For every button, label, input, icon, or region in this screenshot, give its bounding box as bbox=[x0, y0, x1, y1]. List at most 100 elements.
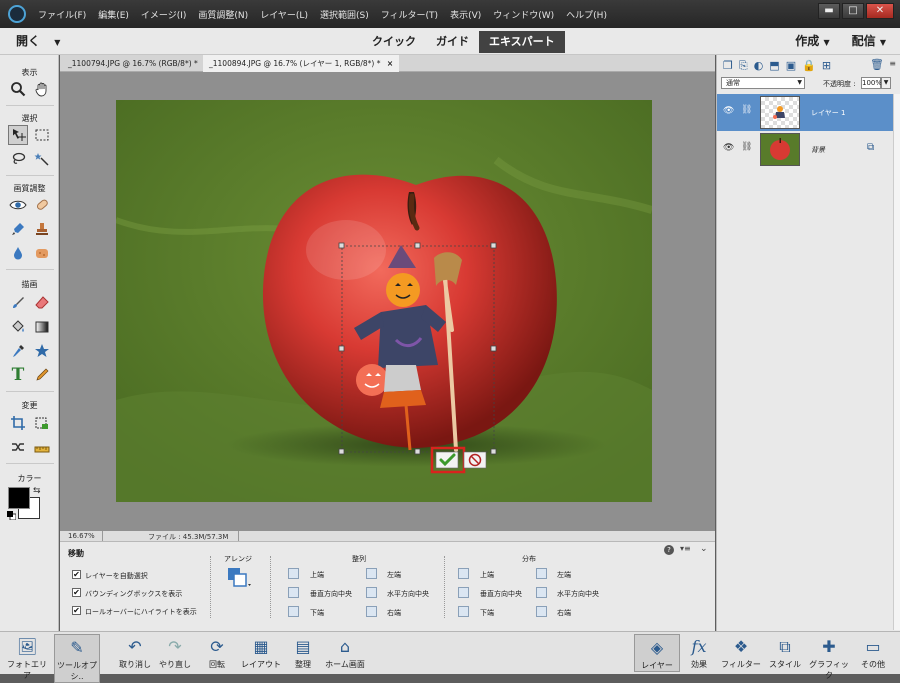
menu-filter[interactable]: フィルター(T) bbox=[381, 8, 438, 21]
more-button[interactable]: ▭ その他 bbox=[850, 634, 896, 670]
layout-button[interactable]: ▦ レイアウト bbox=[238, 634, 284, 670]
share-button[interactable]: 配信 ▼ bbox=[852, 32, 886, 49]
cancel-transform-button[interactable] bbox=[464, 452, 486, 468]
maximize-button[interactable]: □ bbox=[842, 3, 864, 19]
visibility-eye-icon[interactable]: 👁 bbox=[723, 143, 734, 153]
layers-scrollbar[interactable] bbox=[893, 94, 900, 630]
new-layer-icon[interactable]: ❐ bbox=[723, 59, 733, 73]
brush-tool-icon[interactable] bbox=[8, 293, 28, 313]
smart-brush-tool-icon[interactable] bbox=[8, 219, 28, 239]
blur-tool-icon[interactable] bbox=[8, 243, 28, 263]
distribute-bottom-icon[interactable] bbox=[458, 606, 469, 617]
link-icon[interactable]: ⛓ bbox=[741, 142, 752, 152]
default-colors-icon[interactable] bbox=[7, 511, 17, 521]
visibility-eye-icon[interactable]: 👁 bbox=[723, 106, 734, 116]
effects-button[interactable]: fx 効果 bbox=[676, 634, 722, 670]
distribute-vcenter-icon[interactable] bbox=[458, 587, 469, 598]
menu-image[interactable]: イメージ(I) bbox=[141, 8, 187, 21]
menu-window[interactable]: ウィンドウ(W) bbox=[493, 8, 554, 21]
close-button[interactable]: ✕ bbox=[866, 3, 894, 19]
blend-mode-select[interactable]: 通常 ▼ bbox=[721, 77, 805, 89]
straighten-tool-icon[interactable] bbox=[32, 437, 52, 457]
new-group-icon[interactable]: ⎘ bbox=[739, 59, 748, 73]
red-eye-tool-icon[interactable] bbox=[8, 195, 28, 215]
help-icon[interactable]: ? bbox=[664, 545, 674, 555]
sponge-tool-icon[interactable] bbox=[32, 243, 52, 263]
marquee-tool-icon[interactable] bbox=[32, 125, 52, 145]
custom-shape-tool-icon[interactable] bbox=[32, 341, 52, 361]
lasso-tool-icon[interactable] bbox=[8, 149, 28, 169]
tab-close-icon[interactable]: × bbox=[387, 59, 393, 68]
type-tool-icon[interactable]: T bbox=[8, 365, 28, 385]
menu-help[interactable]: ヘルプ(H) bbox=[566, 8, 607, 21]
menu-enhance[interactable]: 画質調整(N) bbox=[198, 8, 248, 21]
menu-file[interactable]: ファイル(F) bbox=[38, 8, 86, 21]
doc-tab-1[interactable]: _1100794.JPG @ 16.7% (RGB/8*) * × bbox=[62, 55, 216, 72]
tab-expert[interactable]: エキスパート bbox=[479, 30, 565, 53]
commit-transform-button[interactable] bbox=[436, 452, 458, 468]
fill-layer-icon[interactable]: ⬒ bbox=[769, 59, 779, 73]
align-hcenter-icon[interactable] bbox=[366, 587, 377, 598]
layer-mask-icon[interactable]: ▣ bbox=[786, 59, 796, 73]
gradient-tool-icon[interactable] bbox=[32, 317, 52, 337]
distribute-left-icon[interactable] bbox=[536, 568, 547, 579]
highlight-rollover-checkbox[interactable]: ✔ bbox=[72, 606, 81, 615]
link-icon[interactable]: ⛓ bbox=[741, 105, 752, 115]
styles-button[interactable]: ⧉ スタイル bbox=[762, 634, 808, 670]
menu-view[interactable]: 表示(V) bbox=[450, 8, 481, 21]
spot-healing-tool-icon[interactable] bbox=[32, 195, 52, 215]
crop-tool-icon[interactable] bbox=[8, 413, 28, 433]
lock-all-icon[interactable]: 🔒 bbox=[802, 59, 816, 73]
delete-layer-icon[interactable]: 🗑 bbox=[870, 58, 884, 71]
open-menu-button[interactable]: 開く ▼ bbox=[16, 32, 60, 49]
panel-menu-icon[interactable]: ▾≡ bbox=[680, 544, 691, 553]
minimize-button[interactable]: ▬ bbox=[818, 3, 840, 19]
adjustment-layer-icon[interactable]: ◐ bbox=[754, 59, 764, 73]
eraser-tool-icon[interactable] bbox=[32, 293, 52, 313]
menu-layer[interactable]: レイヤー(L) bbox=[260, 8, 308, 21]
clone-stamp-tool-icon[interactable] bbox=[32, 219, 52, 239]
home-screen-button[interactable]: ⌂ ホーム画面 bbox=[322, 634, 368, 670]
redo-button[interactable]: ↷ やり直し bbox=[152, 634, 198, 670]
tab-quick[interactable]: クイック bbox=[362, 31, 426, 53]
hand-tool-icon[interactable] bbox=[32, 79, 52, 99]
filters-button[interactable]: ❖ フィルター bbox=[718, 634, 764, 670]
show-bounding-box-checkbox[interactable]: ✔ bbox=[72, 588, 81, 597]
align-bottom-icon[interactable] bbox=[288, 606, 299, 617]
image-canvas[interactable] bbox=[116, 100, 652, 502]
pencil-tool-icon[interactable] bbox=[32, 365, 52, 385]
swap-colors-icon[interactable]: ⇆ bbox=[33, 486, 41, 496]
tab-guided[interactable]: ガイド bbox=[426, 31, 479, 53]
menu-edit[interactable]: 編集(E) bbox=[98, 8, 129, 21]
arrange-icon[interactable] bbox=[226, 566, 251, 590]
recompose-tool-icon[interactable] bbox=[32, 413, 52, 433]
align-right-icon[interactable] bbox=[366, 606, 377, 617]
quick-selection-tool-icon[interactable] bbox=[32, 149, 52, 169]
layers-menu-icon[interactable]: ≡ bbox=[889, 59, 896, 68]
zoom-tool-icon[interactable] bbox=[8, 79, 28, 99]
layer-row-2[interactable]: 👁 ⛓ 背景 ⧉ bbox=[717, 131, 900, 168]
doc-tab-2[interactable]: _1100894.JPG @ 16.7% (レイヤー 1, RGB/8*) * … bbox=[203, 55, 400, 72]
rotate-button[interactable]: ⟳ 回転 bbox=[194, 634, 240, 670]
create-button[interactable]: 作成 ▼ bbox=[795, 32, 829, 49]
tool-options-button[interactable]: ✎ ツールオプシ.. bbox=[54, 634, 100, 683]
align-left-icon[interactable] bbox=[366, 568, 377, 579]
opacity-dropdown[interactable]: ▼ bbox=[881, 77, 891, 89]
opacity-input[interactable]: 100% bbox=[861, 77, 882, 89]
menu-select[interactable]: 選択範囲(S) bbox=[320, 8, 369, 21]
organize-button[interactable]: ▤ 整理 bbox=[280, 634, 326, 670]
align-vcenter-icon[interactable] bbox=[288, 587, 299, 598]
move-tool-icon[interactable] bbox=[8, 125, 28, 145]
distribute-right-icon[interactable] bbox=[536, 606, 547, 617]
distribute-hcenter-icon[interactable] bbox=[536, 587, 547, 598]
paint-bucket-tool-icon[interactable] bbox=[8, 317, 28, 337]
layer-row-1[interactable]: 👁 ⛓ レイヤー 1 bbox=[717, 94, 900, 131]
content-aware-move-tool-icon[interactable] bbox=[8, 437, 28, 457]
auto-select-layer-checkbox[interactable]: ✔ bbox=[72, 570, 81, 579]
layers-panel-button[interactable]: ◈ レイヤー bbox=[634, 634, 680, 672]
eyedropper-tool-icon[interactable] bbox=[8, 341, 28, 361]
foreground-color-swatch[interactable] bbox=[8, 487, 30, 509]
align-top-icon[interactable] bbox=[288, 568, 299, 579]
distribute-top-icon[interactable] bbox=[458, 568, 469, 579]
collapse-icon[interactable]: ⌄ bbox=[700, 544, 708, 554]
